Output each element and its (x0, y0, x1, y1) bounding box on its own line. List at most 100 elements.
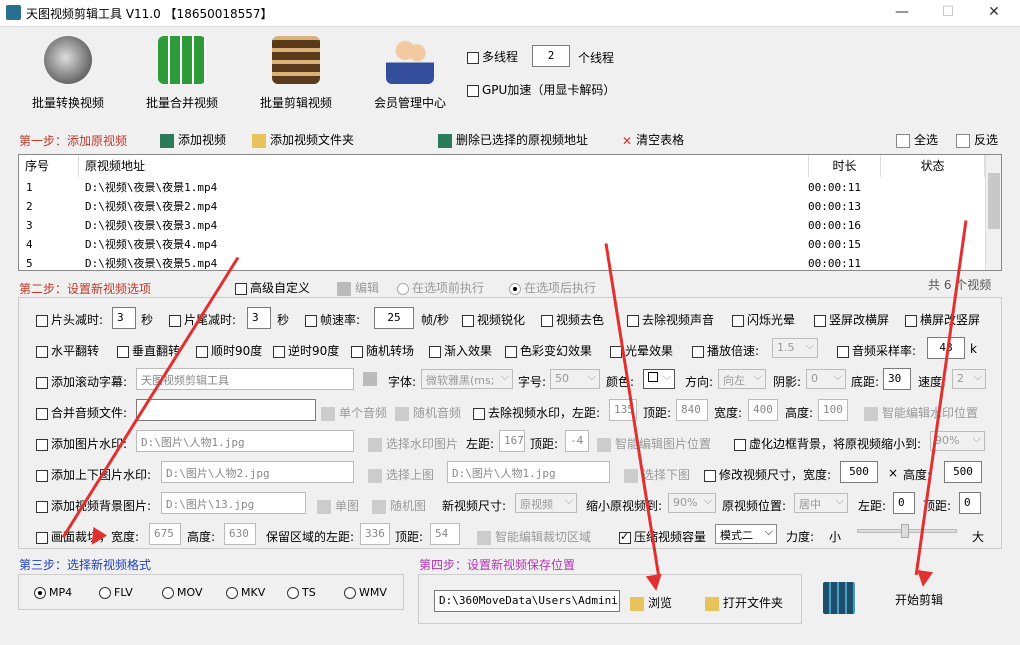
fadein-checkbox[interactable]: 渐入效果 (429, 342, 492, 359)
decolor-checkbox[interactable]: 视频去色 (541, 311, 604, 328)
table-row[interactable]: 2 D:\视频\夜景\夜景2.mp4 00:00:13 (19, 197, 985, 216)
smart-wm-button[interactable]: 智能编辑水印位置 (864, 404, 978, 421)
bg-img-input[interactable]: D:\图片\13.jpg (161, 492, 306, 514)
bg-top-input[interactable]: 0 (959, 492, 981, 514)
rot-ccw-checkbox[interactable]: 逆时90度 (273, 342, 339, 359)
vflip-checkbox[interactable]: 垂直翻转 (117, 342, 180, 359)
thread-count-input[interactable]: 2 (532, 45, 570, 67)
blur-bg-checkbox[interactable]: 虚化边框背景，将原视频缩小到: (734, 435, 921, 452)
shadow-select[interactable]: 0 (806, 369, 846, 389)
rand-audio-button[interactable]: 随机音频 (395, 404, 461, 421)
col-header-path[interactable]: 原视频地址 (79, 155, 809, 177)
crop-height-input[interactable]: 630 (224, 523, 256, 545)
smart-crop-button[interactable]: 智能编辑裁切区域 (477, 528, 591, 545)
keep-left-input[interactable]: 336 (360, 523, 390, 545)
multithread-checkbox[interactable]: 多线程 (467, 48, 518, 65)
crop-width-input[interactable]: 675 (149, 523, 181, 545)
img-left-input[interactable]: 1675 (499, 430, 525, 452)
speed-checkbox[interactable]: 播放倍速: (692, 342, 759, 359)
tail-cut-input[interactable]: 3 (247, 307, 271, 329)
top-img-input[interactable]: D:\图片\人物2.jpg (161, 461, 354, 483)
head-cut-input[interactable]: 3 (112, 307, 136, 329)
color-picker[interactable] (643, 369, 675, 389)
audio-file-input[interactable] (136, 399, 316, 421)
close-button[interactable]: ✕ (984, 4, 1004, 20)
resize-height-input[interactable]: 500 (944, 461, 982, 483)
sharpen-checkbox[interactable]: 视频锐化 (462, 311, 525, 328)
bg-left-input[interactable]: 0 (893, 492, 915, 514)
shrink-select[interactable]: 90% (668, 493, 716, 513)
choose-img-button[interactable]: 选择水印图片 (368, 435, 458, 452)
clear-table-button[interactable]: ✕ 清空表格 (622, 131, 684, 148)
member-center-button[interactable]: 会员管理中心 (370, 36, 450, 111)
dir-select[interactable]: 向左 (718, 369, 766, 389)
maximize-button[interactable]: ☐ (938, 4, 958, 20)
resize-width-input[interactable]: 500 (840, 461, 878, 483)
subtitle-edit-icon[interactable] (363, 372, 377, 386)
browse-button[interactable]: 浏览 (630, 594, 672, 611)
merge-audio-checkbox[interactable]: 合并音频文件: (36, 404, 127, 421)
before-radio[interactable]: 在选项前执行 (397, 279, 484, 296)
single-img-button[interactable]: 单图 (317, 497, 359, 514)
rm-watermark-checkbox[interactable]: 去除视频水印，左距: (473, 404, 600, 421)
scroll-sub-checkbox[interactable]: 添加滚动字幕: (36, 373, 127, 390)
h2v-checkbox[interactable]: 横屏改竖屏 (905, 311, 980, 328)
table-row[interactable]: 5 D:\视频\夜景\夜景5.mp4 00:00:11 (19, 254, 985, 270)
minimize-button[interactable]: — (892, 4, 912, 20)
smart-img-button[interactable]: 智能编辑图片位置 (597, 435, 711, 452)
flash-checkbox[interactable]: 闪烁光晕 (732, 311, 795, 328)
size-select[interactable]: 50 (550, 369, 600, 389)
wm-top-input[interactable]: 840 (676, 399, 708, 421)
resize-checkbox[interactable]: 修改视频尺寸，宽度: (704, 466, 831, 483)
font-select[interactable]: 微软雅黑(ms; (421, 369, 513, 389)
format-radio-mkv[interactable]: MKV (226, 586, 265, 599)
video-table[interactable]: 序号 原视频地址 时长 状态 1 D:\视频\夜景\夜景1.mp4 00:00:11… (18, 154, 1002, 271)
wm-width-input[interactable]: 400 (748, 399, 778, 421)
table-row[interactable]: 4 D:\视频\夜景\夜景4.mp4 00:00:15 (19, 235, 985, 254)
fps-input[interactable]: 25 (374, 307, 414, 329)
add-video-button[interactable]: 添加视频 (160, 131, 226, 148)
batch-merge-button[interactable]: 批量合并视频 (142, 36, 222, 111)
bottom-img-input[interactable]: D:\图片\人物1.jpg (447, 461, 610, 483)
batch-convert-button[interactable]: 批量转换视频 (28, 36, 108, 111)
invert-selection-button[interactable]: 反选 (956, 131, 998, 148)
format-radio-flv[interactable]: FLV (99, 586, 133, 599)
mute-checkbox[interactable]: 去除视频声音 (627, 311, 714, 328)
scrollbar-thumb[interactable] (988, 173, 1000, 229)
fps-checkbox[interactable]: 帧速率: (305, 311, 360, 328)
blur-select[interactable]: 90% (930, 431, 985, 451)
table-row[interactable]: 1 D:\视频\夜景\夜景1.mp4 00:00:11 (19, 178, 985, 197)
open-folder-button[interactable]: 打开文件夹 (705, 594, 783, 611)
delete-selected-button[interactable]: 删除已选择的原视频地址 (438, 131, 588, 148)
choose-bottom-button[interactable]: 选择下图 (624, 466, 690, 483)
crop-top-input[interactable]: 54 (430, 523, 460, 545)
format-radio-mov[interactable]: MOV (162, 586, 202, 599)
img-wm-input[interactable]: D:\图片\人物1.jpg (136, 430, 354, 452)
sample-checkbox[interactable]: 音频采样率: (837, 342, 916, 359)
mode-select[interactable]: 模式二 (715, 524, 777, 544)
color-fx-checkbox[interactable]: 色彩变幻效果 (505, 342, 592, 359)
subtitle-input[interactable]: 天图视频剪辑工具 (136, 368, 354, 390)
bottom-input[interactable]: 30 (883, 368, 911, 390)
add-folder-button[interactable]: 添加视频文件夹 (252, 131, 354, 148)
rot90-checkbox[interactable]: 顺时90度 (196, 342, 262, 359)
img-wm-checkbox[interactable]: 添加图片水印: (36, 435, 127, 452)
advanced-checkbox[interactable]: 高级自定义 (235, 279, 310, 296)
batch-edit-button[interactable]: 批量剪辑视频 (256, 36, 336, 111)
bg-img-checkbox[interactable]: 添加视频背景图片: (36, 497, 151, 514)
new-size-select[interactable]: 原视频 (515, 493, 577, 513)
select-all-button[interactable]: 全选 (896, 131, 938, 148)
col-header-no[interactable]: 序号 (19, 155, 79, 177)
topbottom-checkbox[interactable]: 添加上下图片水印: (36, 466, 151, 483)
start-button[interactable]: 开始剪辑 (895, 591, 943, 608)
format-radio-ts[interactable]: TS (287, 586, 316, 599)
col-header-status[interactable]: 状态 (881, 155, 985, 177)
table-scrollbar[interactable] (985, 155, 1001, 270)
table-row[interactable]: 3 D:\视频\夜景\夜景3.mp4 00:00:16 (19, 216, 985, 235)
wm-height-input[interactable]: 100 (818, 399, 848, 421)
hflip-checkbox[interactable]: 水平翻转 (36, 342, 99, 359)
compress-checkbox[interactable]: 压缩视频容量 (619, 528, 706, 545)
strength-slider-thumb[interactable] (901, 524, 909, 538)
speed3-select[interactable]: 2 (952, 369, 986, 389)
format-radio-wmv[interactable]: WMV (344, 586, 387, 599)
